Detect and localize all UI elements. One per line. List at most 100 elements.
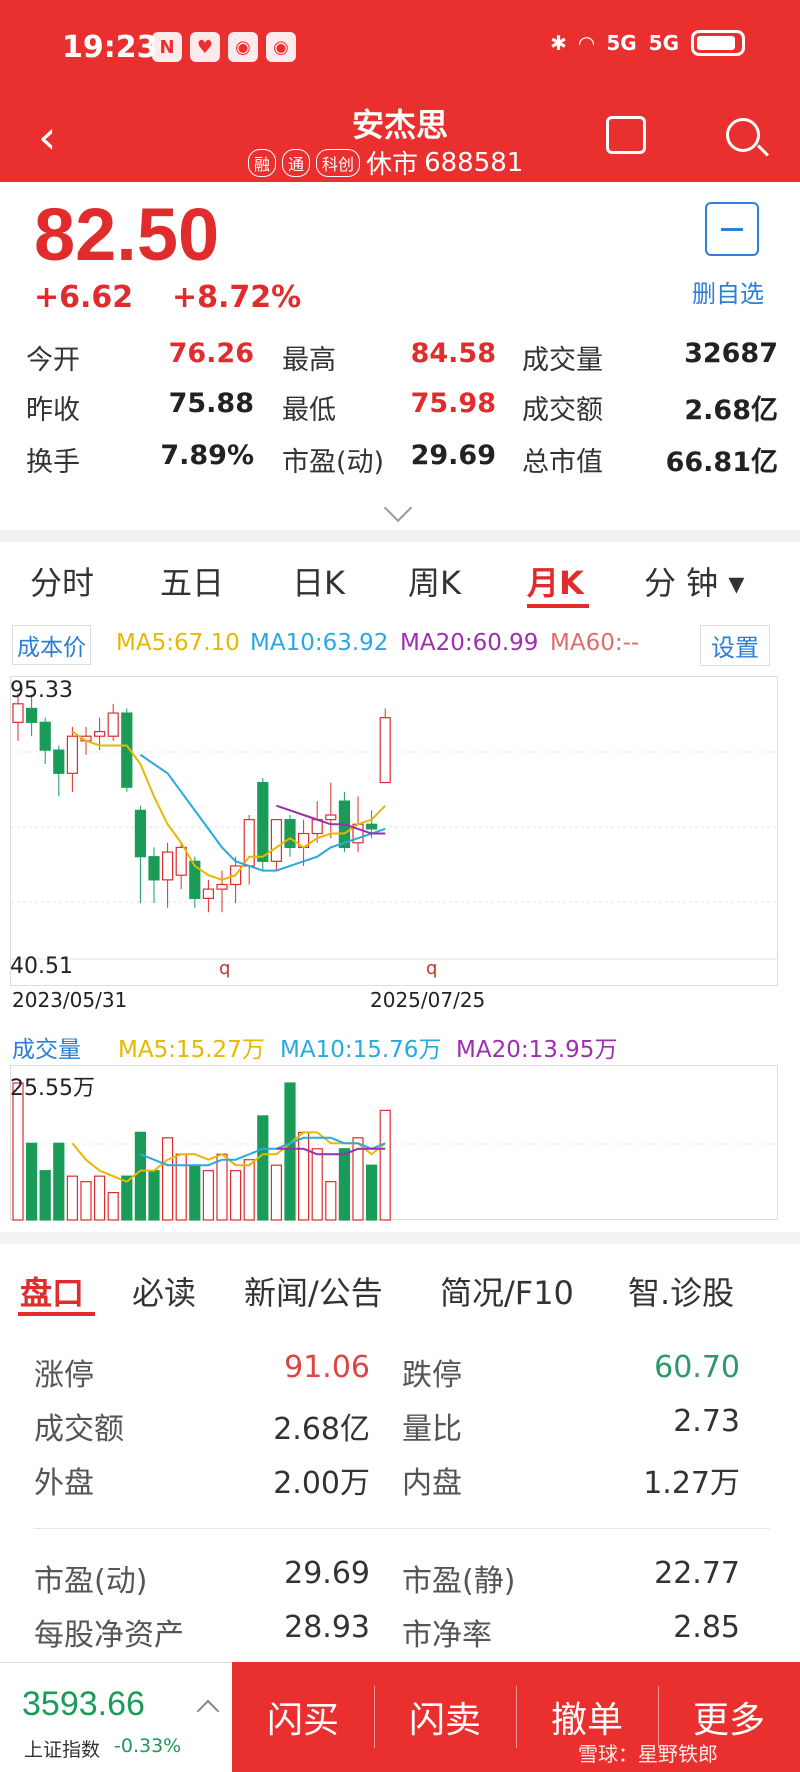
- pb-label: 市净率: [402, 1618, 492, 1653]
- signal-icon: 5G: [648, 31, 679, 55]
- candle-body: [12, 703, 24, 723]
- candle-body: [26, 707, 38, 723]
- tab-news[interactable]: 新闻/公告: [244, 1268, 383, 1314]
- y-max-label: 95.33: [10, 678, 73, 703]
- divider: [34, 1528, 770, 1529]
- chevron-up-icon[interactable]: [196, 1699, 220, 1723]
- nfc-icon: N: [152, 32, 182, 62]
- market-status: 休市: [366, 150, 419, 180]
- volume-title[interactable]: 成交量: [12, 1030, 81, 1064]
- volume-bar: [284, 1082, 296, 1221]
- tab-intraday[interactable]: 分时: [30, 558, 94, 604]
- volume-bar: [66, 1175, 79, 1221]
- tab-monthly-k[interactable]: 月K: [527, 558, 584, 604]
- candle-body: [202, 888, 214, 899]
- candle-body: [243, 819, 255, 867]
- volume-ratio-value: 2.73: [673, 1404, 740, 1439]
- tab-weekly-k[interactable]: 周K: [408, 558, 461, 604]
- ma5-line: [71, 730, 386, 881]
- index-ticker[interactable]: 3593.66 上证指数 -0.33%: [0, 1662, 232, 1772]
- current-price: 82.50: [34, 193, 220, 276]
- volume-bar: [39, 1170, 51, 1221]
- volume-bar: [134, 1131, 147, 1221]
- turnover-rate-label: 换手: [26, 447, 80, 478]
- quick-buy-button[interactable]: 闪买: [232, 1662, 374, 1772]
- tag-connect: 通: [282, 148, 311, 177]
- tab-minute[interactable]: 分 钟 ▾: [644, 558, 744, 604]
- marker-q: q: [219, 958, 231, 979]
- volume-label: 成交量: [522, 345, 603, 376]
- quick-sell-button[interactable]: 闪卖: [374, 1662, 516, 1772]
- expand-chevron-icon[interactable]: [383, 493, 413, 523]
- volume-bar: [298, 1131, 310, 1221]
- tab-f10[interactable]: 简况/F10: [440, 1268, 574, 1314]
- bvps-value: 28.93: [284, 1610, 370, 1645]
- outer-volume-label: 外盘: [34, 1466, 94, 1501]
- tab-order-book[interactable]: 盘口: [20, 1268, 84, 1314]
- volume-bar: [80, 1181, 92, 1221]
- search-icon[interactable]: [726, 118, 760, 152]
- candle-body: [175, 846, 187, 876]
- tab-must-read[interactable]: 必读: [132, 1268, 196, 1314]
- market-cap-label: 总市值: [522, 447, 603, 478]
- volume-bar: [338, 1148, 350, 1221]
- volume-ratio-label: 量比: [402, 1412, 462, 1447]
- stock-name: 安杰思: [351, 106, 448, 144]
- vol-ma5-legend: MA5:15.27万: [118, 1037, 265, 1063]
- open-value: 76.26: [168, 338, 254, 369]
- outer-volume-value: 2.00万: [273, 1466, 370, 1501]
- cost-price-button[interactable]: 成本价: [12, 625, 91, 665]
- active-tab-indicator: [18, 1312, 95, 1316]
- index-change: -0.33%: [114, 1735, 182, 1757]
- remove-watchlist-button[interactable]: [705, 202, 759, 256]
- bluetooth-icon: ✱: [550, 31, 567, 55]
- turnover-amount-label: 成交额: [522, 395, 603, 426]
- ma10-legend: MA10:63.92: [250, 630, 389, 656]
- volume-bar: [121, 1175, 133, 1221]
- amount-label: 成交额: [34, 1412, 124, 1447]
- tab-five-day[interactable]: 五日: [160, 558, 224, 604]
- candle-body: [93, 730, 106, 737]
- volume-bar: [230, 1170, 242, 1221]
- volume-bar: [257, 1115, 269, 1221]
- volume-bar: [12, 1082, 24, 1221]
- pe-static-label: 市盈(静): [402, 1564, 516, 1599]
- volume-bar: [243, 1159, 255, 1221]
- candle-body: [366, 823, 378, 830]
- volume-value: 32687: [684, 338, 778, 369]
- volume-bar: [26, 1142, 38, 1221]
- x-start-label: 2023/05/31: [12, 988, 128, 1012]
- volume-bar: [93, 1175, 106, 1221]
- tab-daily-k[interactable]: 日K: [292, 558, 345, 604]
- candle-body: [39, 721, 51, 751]
- candle-body: [53, 749, 65, 774]
- remove-watchlist-label[interactable]: 删自选: [692, 274, 764, 309]
- chart-settings-button[interactable]: 设置: [700, 625, 770, 666]
- pe-dynamic-value: 29.69: [284, 1556, 370, 1591]
- tab-diagnosis[interactable]: 智.诊股: [628, 1268, 734, 1314]
- x-end-label: 2025/07/25: [370, 988, 486, 1012]
- volume-bar: [270, 1164, 282, 1221]
- status-bar: 19:23 N ♥ ◉ ◉ ✱ ◠ 5G 5G: [0, 0, 800, 100]
- ma20-legend: MA20:60.99: [400, 630, 539, 656]
- vol-ma10-legend: MA10:15.76万: [280, 1037, 442, 1063]
- vol-ma20-legend: MA20:13.95万: [456, 1037, 618, 1063]
- ma5-legend: MA5:67.10: [116, 630, 240, 656]
- volume-max-label: 25.55万: [10, 1076, 95, 1101]
- high-label: 最高: [282, 345, 336, 376]
- amount-value: 2.68亿: [273, 1412, 370, 1447]
- battery-icon: [691, 30, 745, 56]
- share-icon[interactable]: [606, 116, 646, 154]
- bvps-label: 每股净资产: [34, 1618, 184, 1653]
- candle-body: [257, 781, 269, 862]
- candlestick-chart[interactable]: [10, 676, 779, 986]
- candle-body: [148, 856, 160, 881]
- volume-bar: [53, 1142, 65, 1221]
- volume-chart[interactable]: [10, 1065, 779, 1221]
- inner-volume-label: 内盘: [402, 1466, 462, 1501]
- divider: [0, 530, 800, 542]
- candle-body: [134, 809, 147, 858]
- volume-bar: [148, 1170, 160, 1221]
- volume-bar: [366, 1164, 378, 1221]
- tag-star-market: 科创: [316, 148, 361, 177]
